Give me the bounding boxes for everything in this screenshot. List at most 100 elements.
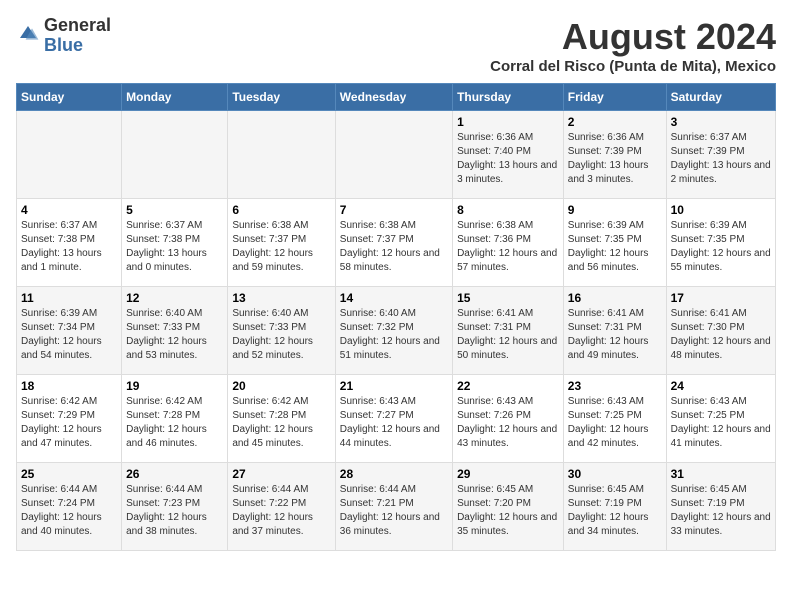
- day-number: 19: [126, 379, 223, 393]
- day-info: Sunrise: 6:45 AM Sunset: 7:19 PM Dayligh…: [568, 483, 662, 539]
- day-info: Sunrise: 6:44 AM Sunset: 7:23 PM Dayligh…: [126, 483, 223, 539]
- day-number: 17: [671, 291, 771, 305]
- calendar-cell: 10 Sunrise: 6:39 AM Sunset: 7:35 PM Dayli…: [666, 199, 775, 287]
- calendar-cell: 17 Sunrise: 6:41 AM Sunset: 7:30 PM Dayli…: [666, 287, 775, 375]
- calendar-cell: 28 Sunrise: 6:44 AM Sunset: 7:21 PM Dayli…: [335, 463, 452, 551]
- day-info: Sunrise: 6:42 AM Sunset: 7:29 PM Dayligh…: [21, 395, 117, 451]
- calendar-cell: 13 Sunrise: 6:40 AM Sunset: 7:33 PM Dayli…: [228, 287, 335, 375]
- calendar-cell: 11 Sunrise: 6:39 AM Sunset: 7:34 PM Dayli…: [17, 287, 122, 375]
- day-number: 11: [21, 291, 117, 305]
- calendar-cell: [228, 111, 335, 199]
- day-number: 29: [457, 467, 559, 481]
- logo-general: General: [44, 16, 111, 36]
- day-info: Sunrise: 6:43 AM Sunset: 7:27 PM Dayligh…: [340, 395, 448, 451]
- day-info: Sunrise: 6:38 AM Sunset: 7:36 PM Dayligh…: [457, 219, 559, 275]
- day-number: 1: [457, 115, 559, 129]
- calendar-week-row: 25 Sunrise: 6:44 AM Sunset: 7:24 PM Dayli…: [17, 463, 776, 551]
- main-title: August 2024: [490, 16, 776, 58]
- day-info: Sunrise: 6:37 AM Sunset: 7:39 PM Dayligh…: [671, 131, 771, 187]
- calendar-cell: 26 Sunrise: 6:44 AM Sunset: 7:23 PM Dayli…: [122, 463, 228, 551]
- column-header-tuesday: Tuesday: [228, 84, 335, 111]
- day-number: 5: [126, 203, 223, 217]
- calendar-cell: [335, 111, 452, 199]
- day-info: Sunrise: 6:38 AM Sunset: 7:37 PM Dayligh…: [232, 219, 330, 275]
- calendar-week-row: 11 Sunrise: 6:39 AM Sunset: 7:34 PM Dayli…: [17, 287, 776, 375]
- calendar-cell: 2 Sunrise: 6:36 AM Sunset: 7:39 PM Daylig…: [563, 111, 666, 199]
- day-number: 26: [126, 467, 223, 481]
- column-header-sunday: Sunday: [17, 84, 122, 111]
- day-number: 28: [340, 467, 448, 481]
- column-header-friday: Friday: [563, 84, 666, 111]
- subtitle: Corral del Risco (Punta de Mita), Mexico: [490, 58, 776, 75]
- day-number: 18: [21, 379, 117, 393]
- calendar-cell: 12Sunrise: 6:40 AM Sunset: 7:33 PM Dayli…: [122, 287, 228, 375]
- day-info: Sunrise: 6:37 AM Sunset: 7:38 PM Dayligh…: [126, 219, 223, 275]
- day-number: 14: [340, 291, 448, 305]
- day-number: 30: [568, 467, 662, 481]
- column-header-monday: Monday: [122, 84, 228, 111]
- day-info: Sunrise: 6:45 AM Sunset: 7:20 PM Dayligh…: [457, 483, 559, 539]
- calendar-table: SundayMondayTuesdayWednesdayThursdayFrid…: [16, 83, 776, 551]
- title-section: August 2024 Corral del Risco (Punta de M…: [490, 16, 776, 75]
- calendar-header-row: SundayMondayTuesdayWednesdayThursdayFrid…: [17, 84, 776, 111]
- day-number: 15: [457, 291, 559, 305]
- day-number: 24: [671, 379, 771, 393]
- day-info: Sunrise: 6:43 AM Sunset: 7:25 PM Dayligh…: [671, 395, 771, 451]
- day-info: Sunrise: 6:43 AM Sunset: 7:26 PM Dayligh…: [457, 395, 559, 451]
- day-info: Sunrise: 6:40 AM Sunset: 7:33 PM Dayligh…: [126, 307, 223, 363]
- day-info: Sunrise: 6:38 AM Sunset: 7:37 PM Dayligh…: [340, 219, 448, 275]
- day-info: Sunrise: 6:44 AM Sunset: 7:21 PM Dayligh…: [340, 483, 448, 539]
- day-info: Sunrise: 6:40 AM Sunset: 7:33 PM Dayligh…: [232, 307, 330, 363]
- calendar-cell: 21Sunrise: 6:43 AM Sunset: 7:27 PM Dayli…: [335, 375, 452, 463]
- calendar-cell: 24 Sunrise: 6:43 AM Sunset: 7:25 PM Dayli…: [666, 375, 775, 463]
- day-info: Sunrise: 6:37 AM Sunset: 7:38 PM Dayligh…: [21, 219, 117, 275]
- calendar-cell: 27 Sunrise: 6:44 AM Sunset: 7:22 PM Dayli…: [228, 463, 335, 551]
- day-info: Sunrise: 6:44 AM Sunset: 7:22 PM Dayligh…: [232, 483, 330, 539]
- day-info: Sunrise: 6:39 AM Sunset: 7:35 PM Dayligh…: [671, 219, 771, 275]
- calendar-cell: 9 Sunrise: 6:39 AM Sunset: 7:35 PM Daylig…: [563, 199, 666, 287]
- calendar-cell: 3Sunrise: 6:37 AM Sunset: 7:39 PM Daylig…: [666, 111, 775, 199]
- calendar-cell: 8Sunrise: 6:38 AM Sunset: 7:36 PM Daylig…: [453, 199, 564, 287]
- day-info: Sunrise: 6:39 AM Sunset: 7:34 PM Dayligh…: [21, 307, 117, 363]
- logo: General Blue: [16, 16, 111, 56]
- column-header-saturday: Saturday: [666, 84, 775, 111]
- calendar-cell: 22Sunrise: 6:43 AM Sunset: 7:26 PM Dayli…: [453, 375, 564, 463]
- day-number: 10: [671, 203, 771, 217]
- day-number: 23: [568, 379, 662, 393]
- calendar-cell: [17, 111, 122, 199]
- day-info: Sunrise: 6:42 AM Sunset: 7:28 PM Dayligh…: [126, 395, 223, 451]
- column-header-wednesday: Wednesday: [335, 84, 452, 111]
- calendar-cell: 19 Sunrise: 6:42 AM Sunset: 7:28 PM Dayli…: [122, 375, 228, 463]
- day-number: 9: [568, 203, 662, 217]
- logo-blue: Blue: [44, 36, 111, 56]
- day-info: Sunrise: 6:36 AM Sunset: 7:39 PM Dayligh…: [568, 131, 662, 187]
- day-number: 2: [568, 115, 662, 129]
- day-number: 27: [232, 467, 330, 481]
- calendar-cell: 23 Sunrise: 6:43 AM Sunset: 7:25 PM Dayli…: [563, 375, 666, 463]
- day-info: Sunrise: 6:41 AM Sunset: 7:30 PM Dayligh…: [671, 307, 771, 363]
- day-info: Sunrise: 6:36 AM Sunset: 7:40 PM Dayligh…: [457, 131, 559, 187]
- calendar-week-row: 18 Sunrise: 6:42 AM Sunset: 7:29 PM Dayli…: [17, 375, 776, 463]
- day-info: Sunrise: 6:39 AM Sunset: 7:35 PM Dayligh…: [568, 219, 662, 275]
- calendar-cell: 31Sunrise: 6:45 AM Sunset: 7:19 PM Dayli…: [666, 463, 775, 551]
- calendar-cell: 30 Sunrise: 6:45 AM Sunset: 7:19 PM Dayli…: [563, 463, 666, 551]
- day-info: Sunrise: 6:42 AM Sunset: 7:28 PM Dayligh…: [232, 395, 330, 451]
- day-info: Sunrise: 6:40 AM Sunset: 7:32 PM Dayligh…: [340, 307, 448, 363]
- column-header-thursday: Thursday: [453, 84, 564, 111]
- page-header: General Blue August 2024 Corral del Risc…: [16, 16, 776, 75]
- calendar-week-row: 4 Sunrise: 6:37 AM Sunset: 7:38 PM Daylig…: [17, 199, 776, 287]
- calendar-cell: [122, 111, 228, 199]
- calendar-cell: 29 Sunrise: 6:45 AM Sunset: 7:20 PM Dayli…: [453, 463, 564, 551]
- calendar-cell: 15Sunrise: 6:41 AM Sunset: 7:31 PM Dayli…: [453, 287, 564, 375]
- day-info: Sunrise: 6:41 AM Sunset: 7:31 PM Dayligh…: [568, 307, 662, 363]
- calendar-cell: 14 Sunrise: 6:40 AM Sunset: 7:32 PM Dayli…: [335, 287, 452, 375]
- day-number: 25: [21, 467, 117, 481]
- day-number: 13: [232, 291, 330, 305]
- day-number: 4: [21, 203, 117, 217]
- calendar-cell: 18 Sunrise: 6:42 AM Sunset: 7:29 PM Dayli…: [17, 375, 122, 463]
- day-info: Sunrise: 6:44 AM Sunset: 7:24 PM Dayligh…: [21, 483, 117, 539]
- day-number: 20: [232, 379, 330, 393]
- day-info: Sunrise: 6:45 AM Sunset: 7:19 PM Dayligh…: [671, 483, 771, 539]
- day-number: 16: [568, 291, 662, 305]
- day-info: Sunrise: 6:43 AM Sunset: 7:25 PM Dayligh…: [568, 395, 662, 451]
